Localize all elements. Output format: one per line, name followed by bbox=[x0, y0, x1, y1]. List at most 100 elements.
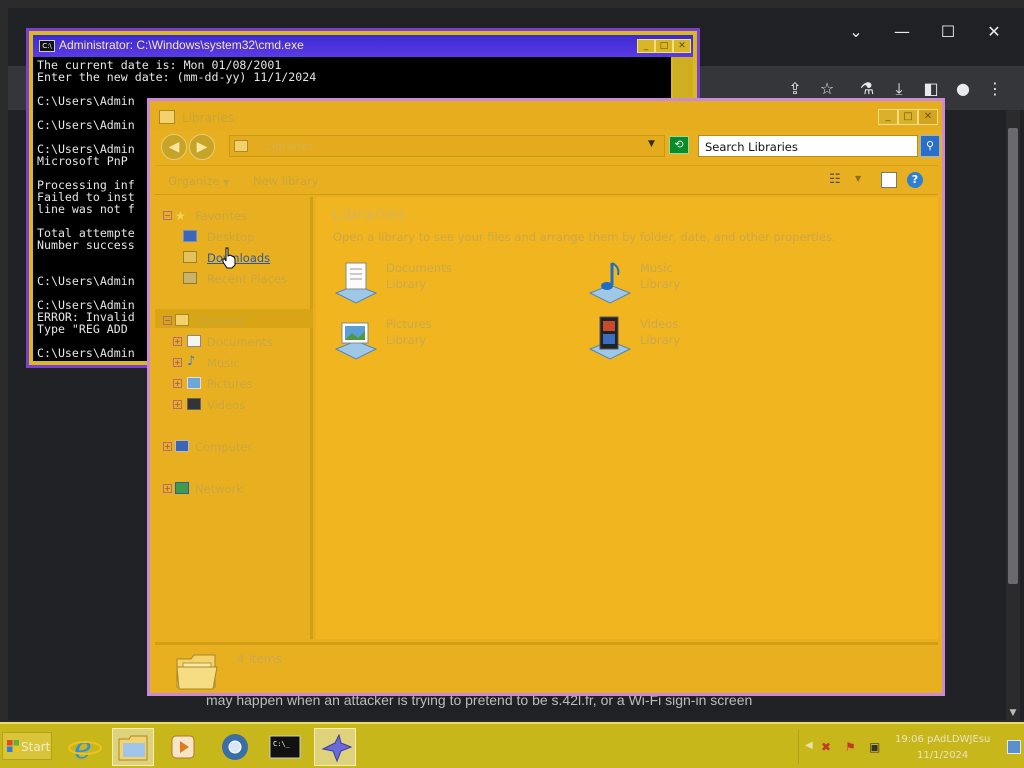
nav-item-network[interactable]: + Network bbox=[163, 480, 313, 498]
expand-icon[interactable]: + bbox=[163, 484, 172, 493]
pictures-icon bbox=[187, 377, 201, 389]
nav-item-computer[interactable]: + Computer bbox=[163, 438, 313, 456]
expand-icon[interactable]: + bbox=[173, 337, 182, 346]
nav-item-favorites[interactable]: − ★ Favorites bbox=[163, 207, 313, 225]
cmd-icon[interactable]: C:\_ bbox=[264, 728, 306, 766]
show-desktop-icon[interactable] bbox=[1007, 740, 1021, 754]
expand-icon[interactable]: + bbox=[173, 358, 182, 367]
documents-icon bbox=[187, 335, 201, 347]
sidepanel-icon[interactable]: ◧ bbox=[920, 78, 942, 100]
search-icon[interactable]: ⚲ bbox=[920, 135, 940, 157]
windows-logo-icon bbox=[7, 740, 19, 752]
help-icon[interactable]: ? bbox=[907, 172, 923, 188]
network-icon bbox=[175, 482, 189, 494]
chrome-icon[interactable] bbox=[214, 728, 256, 766]
internet-explorer-icon[interactable]: e bbox=[64, 728, 106, 766]
library-tile-documents[interactable]: Documents Library bbox=[332, 259, 572, 309]
content-title: Libraries bbox=[332, 205, 406, 225]
nav-label-downloads: Downloads bbox=[207, 251, 271, 265]
hand-cursor-icon bbox=[222, 247, 236, 269]
start-button[interactable]: Start bbox=[2, 732, 52, 760]
cmd-maximize-button[interactable]: □ bbox=[655, 39, 673, 53]
nav-label-desktop: Desktop bbox=[207, 230, 255, 244]
computer-icon bbox=[175, 440, 189, 452]
flask-icon[interactable]: ⚗ bbox=[856, 78, 878, 100]
change-view-icon[interactable]: ☷ bbox=[829, 172, 845, 188]
nav-label-computer: Computer bbox=[195, 440, 253, 454]
cmd-titlebar[interactable]: C:\ Administrator: C:\Windows\system32\c… bbox=[33, 35, 693, 57]
nav-label-videos: Videos bbox=[207, 398, 246, 412]
close-button[interactable]: ✕ bbox=[984, 24, 1004, 40]
search-input[interactable]: Search Libraries bbox=[698, 135, 918, 157]
cmd-app-icon: C:\ bbox=[39, 40, 55, 52]
star-icon[interactable]: ☆ bbox=[816, 78, 838, 100]
svg-text:e: e bbox=[74, 731, 92, 766]
tab-search-chevron-icon[interactable]: ⌄ bbox=[846, 24, 866, 40]
videos-icon bbox=[187, 398, 201, 410]
nav-item-libraries[interactable]: − Libraries bbox=[163, 312, 313, 330]
explorer-maximize-button[interactable]: □ bbox=[898, 109, 918, 125]
refresh-icon[interactable]: ⟲ bbox=[669, 136, 689, 154]
nav-item-videos[interactable]: + Videos bbox=[173, 396, 313, 414]
nav-item-desktop[interactable]: Desktop bbox=[183, 228, 313, 246]
cmd-minimize-button[interactable]: _ bbox=[637, 39, 655, 53]
library-name: Documents bbox=[386, 261, 452, 275]
preview-pane-icon[interactable] bbox=[881, 172, 897, 188]
item-count: 4 items bbox=[237, 652, 282, 666]
browser-scrollbar[interactable]: ▼ bbox=[1006, 110, 1020, 722]
expand-icon[interactable]: + bbox=[173, 379, 182, 388]
nav-item-pictures[interactable]: + Pictures bbox=[173, 375, 313, 393]
expand-icon[interactable]: + bbox=[163, 442, 172, 451]
nav-item-recent-places[interactable]: Recent Places bbox=[183, 270, 313, 288]
music-icon: ♪ bbox=[187, 354, 196, 369]
clock-time[interactable]: 19:06 pAdLDWJEsu bbox=[895, 734, 990, 745]
collapse-icon[interactable]: − bbox=[163, 211, 172, 220]
search-placeholder: Search Libraries bbox=[705, 140, 798, 154]
clock-date[interactable]: 11/1/2024 bbox=[917, 750, 968, 761]
explorer-titlebar[interactable]: Libraries _ □ ✕ bbox=[150, 101, 942, 131]
minimize-button[interactable]: — bbox=[892, 24, 912, 40]
libraries-icon bbox=[175, 314, 189, 326]
profile-icon[interactable]: ● bbox=[952, 78, 974, 100]
library-type: Library bbox=[640, 277, 681, 291]
organize-button[interactable]: Organize ▼ bbox=[168, 174, 229, 188]
address-dropdown-icon[interactable]: ▼ bbox=[648, 139, 655, 149]
nav-label-recent-places: Recent Places bbox=[207, 272, 287, 286]
expand-icon[interactable]: + bbox=[173, 400, 182, 409]
address-text: Libraries bbox=[266, 140, 314, 153]
scroll-down-arrow-icon[interactable]: ▼ bbox=[1006, 708, 1020, 720]
explorer-minimize-button[interactable]: _ bbox=[878, 109, 898, 125]
cmd-close-button[interactable]: ✕ bbox=[673, 39, 691, 53]
network-status-icon[interactable]: ▣ bbox=[869, 740, 883, 754]
explorer-close-button[interactable]: ✕ bbox=[918, 109, 938, 125]
new-library-button[interactable]: New library bbox=[253, 174, 319, 188]
library-name: Pictures bbox=[386, 317, 432, 331]
library-tile-pictures[interactable]: Pictures Library bbox=[332, 315, 572, 365]
nav-item-downloads[interactable]: Downloads bbox=[183, 249, 313, 267]
file-explorer-icon[interactable] bbox=[112, 728, 154, 766]
system-tray: ◀ ✖ ⚑ ▣ 19:06 pAdLDWJEsu 11/1/2024 bbox=[798, 730, 1024, 764]
show-hidden-icons-icon[interactable]: ◀ bbox=[805, 740, 813, 751]
scrollbar-thumb[interactable] bbox=[1008, 128, 1018, 584]
content-subtitle: Open a library to see your files and arr… bbox=[333, 230, 836, 244]
media-player-icon[interactable] bbox=[162, 728, 204, 766]
action-center-icon[interactable]: ⚑ bbox=[845, 740, 859, 754]
menu-icon[interactable]: ⋮ bbox=[984, 78, 1006, 100]
back-arrow-icon[interactable]: ◀ bbox=[161, 134, 187, 160]
download-icon[interactable]: ⤓ bbox=[888, 78, 910, 100]
start-label: Start bbox=[21, 740, 51, 754]
taskbar: Start e C:\_ ◀ ✖ ⚑ ▣ 19:06 pAdLDWJEsu 11… bbox=[0, 722, 1024, 768]
nav-item-documents[interactable]: + Documents bbox=[173, 333, 313, 351]
collapse-icon[interactable]: − bbox=[163, 316, 172, 325]
volume-muted-icon[interactable]: ✖ bbox=[821, 740, 835, 754]
library-tile-videos[interactable]: Videos Library bbox=[586, 315, 826, 365]
view-dropdown-icon[interactable]: ▼ bbox=[855, 174, 861, 183]
forward-arrow-icon[interactable]: ▶ bbox=[189, 134, 215, 160]
share-icon[interactable]: ⇪ bbox=[784, 78, 806, 100]
library-type: Library bbox=[386, 333, 427, 347]
maximize-button[interactable]: ☐ bbox=[938, 24, 958, 40]
nav-item-music[interactable]: + ♪ Music bbox=[173, 354, 313, 372]
library-tile-music[interactable]: Music Library bbox=[586, 259, 826, 309]
bird-app-icon[interactable] bbox=[314, 728, 356, 766]
address-bar[interactable]: Libraries ▼ bbox=[229, 135, 665, 157]
